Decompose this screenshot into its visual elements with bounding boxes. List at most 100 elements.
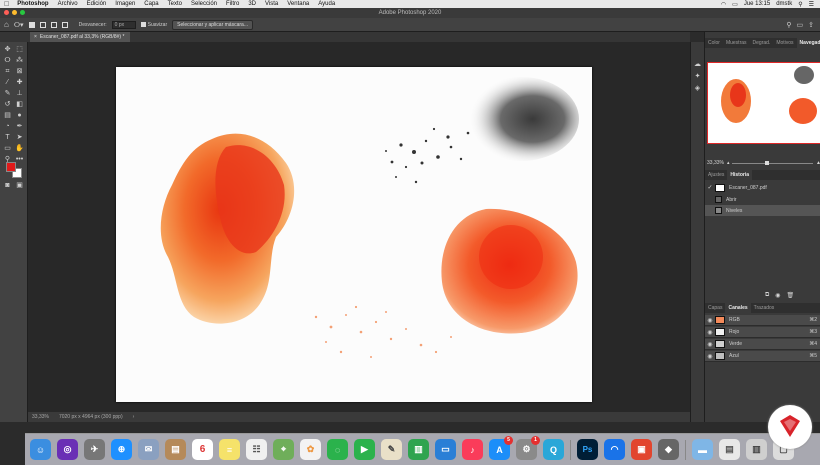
status-arrow-icon[interactable]: › xyxy=(133,414,135,420)
pen-tool-icon[interactable]: ✒ xyxy=(15,122,24,131)
move-tool-icon[interactable]: ✥ xyxy=(3,45,12,54)
channel-row-rojo[interactable]: ◉ Rojo ⌘3 xyxy=(705,327,820,338)
wifi-app-icon[interactable]: ◠ xyxy=(604,439,625,460)
menu-ventana[interactable]: Ventana xyxy=(287,1,309,7)
folder-icon[interactable]: ▬ xyxy=(692,439,713,460)
document-stack-icon[interactable]: ▤ xyxy=(719,439,740,460)
notes-icon[interactable]: ≡ xyxy=(219,439,240,460)
antialias-checkbox[interactable]: Suavizar xyxy=(140,22,167,28)
new-doc-from-state-icon[interactable]: ⧉ xyxy=(765,292,769,299)
subtract-selection-icon[interactable] xyxy=(50,21,57,28)
keynote-icon[interactable]: ▭ xyxy=(435,439,456,460)
tab-adjustments[interactable]: Ajustes xyxy=(705,170,727,180)
menubar-user[interactable]: dmstk xyxy=(776,1,792,7)
battery-icon[interactable]: ▭ xyxy=(732,1,738,8)
crop-tool-icon[interactable]: ⌗ xyxy=(3,67,12,76)
home-icon[interactable]: ⌂ xyxy=(4,20,9,29)
photos-icon[interactable]: ✿ xyxy=(300,439,321,460)
spotlight-icon[interactable]: ⚲ xyxy=(798,1,802,8)
menu-archivo[interactable]: Archivo xyxy=(58,1,78,7)
tab-gradients[interactable]: Degrad. xyxy=(750,38,774,48)
status-doc-size[interactable]: 7020 px x 4964 px (300 ppp) xyxy=(59,414,123,420)
menu-edicion[interactable]: Edición xyxy=(87,1,107,7)
apple-icon[interactable]:  xyxy=(4,1,9,8)
visibility-eye-icon[interactable]: ◉ xyxy=(705,353,715,360)
visibility-eye-icon[interactable]: ◉ xyxy=(705,329,715,336)
close-tab-icon[interactable]: × xyxy=(34,34,37,40)
status-zoom[interactable]: 33,33% xyxy=(32,414,49,420)
learn-icon[interactable]: ✦ xyxy=(693,72,702,81)
rectangle-tool-icon[interactable]: ▭ xyxy=(3,144,12,153)
menu-capa[interactable]: Capa xyxy=(144,1,158,7)
zoom-out-icon[interactable]: ▴ xyxy=(727,160,730,166)
new-selection-icon[interactable] xyxy=(28,21,35,28)
numbers-icon[interactable]: ▥ xyxy=(408,439,429,460)
tab-layers[interactable]: Capas xyxy=(705,303,725,313)
artboard-tool-icon[interactable]: ⬚ xyxy=(15,45,24,54)
photoshop-icon[interactable]: Ps xyxy=(577,439,598,460)
hand-tool-icon[interactable]: ✋ xyxy=(15,144,24,153)
navigator-zoom-slider[interactable] xyxy=(732,160,814,165)
tab-color[interactable]: Color xyxy=(705,38,723,48)
healing-brush-tool-icon[interactable]: ✚ xyxy=(15,78,24,87)
type-tool-icon[interactable]: T xyxy=(3,133,12,142)
system-preferences-icon[interactable]: ⚙ 1 xyxy=(516,436,540,460)
reminders-icon[interactable]: ☷ xyxy=(246,439,267,460)
zoom-in-icon[interactable]: ▲ xyxy=(816,160,820,166)
menubar-clock[interactable]: Jue 13:15 xyxy=(744,1,770,7)
frame-tool-icon[interactable]: ⊠ xyxy=(15,67,24,76)
tab-channels[interactable]: Canales xyxy=(725,303,751,313)
close-window-button[interactable] xyxy=(4,10,9,15)
pages-icon[interactable]: ✎ xyxy=(381,439,402,460)
visibility-eye-icon[interactable]: ◉ xyxy=(705,317,715,324)
channel-row-rgb[interactable]: ◉ RGB ⌘2 xyxy=(705,315,820,326)
visibility-eye-icon[interactable]: ◉ xyxy=(705,341,715,348)
menu-app[interactable]: Photoshop xyxy=(17,1,48,7)
contacts-icon[interactable]: ▤ xyxy=(165,439,186,460)
app-icon[interactable]: ◆ xyxy=(658,439,679,460)
trash-icon[interactable]: 🗑 xyxy=(787,292,795,299)
maps-icon[interactable]: ⌖ xyxy=(273,439,294,460)
menu-3d[interactable]: 3D xyxy=(248,1,256,7)
history-snapshot[interactable]: ✓ Escaner_087.pdf xyxy=(705,182,820,193)
feather-input[interactable]: 0 px xyxy=(111,20,136,29)
calendar-icon[interactable]: 6 xyxy=(192,439,213,460)
dodge-tool-icon[interactable]: ◔ xyxy=(3,122,12,131)
quick-mask-icon[interactable]: ◙ xyxy=(3,181,12,190)
tab-history[interactable]: Historia xyxy=(727,170,753,180)
properties-icon[interactable]: ◈ xyxy=(693,84,702,93)
history-item-abrir[interactable]: Abrir xyxy=(705,194,820,205)
eraser-tool-icon[interactable]: ◧ xyxy=(15,100,24,109)
quicktime-icon[interactable]: Q xyxy=(543,439,564,460)
foreground-color-swatch[interactable] xyxy=(6,162,16,172)
search-icon[interactable]: ⚲ xyxy=(786,21,791,29)
share-icon[interactable]: ⇪ xyxy=(808,21,814,29)
more-tools-icon[interactable]: ••• xyxy=(15,155,24,164)
messages-icon[interactable]: ◌ xyxy=(327,439,348,460)
eyedropper-tool-icon[interactable]: ⁄ xyxy=(3,78,12,87)
menu-ayuda[interactable]: Ayuda xyxy=(318,1,335,7)
music-icon[interactable]: ♪ xyxy=(462,439,483,460)
path-selection-tool-icon[interactable]: ➤ xyxy=(15,133,24,142)
tab-swatches[interactable]: Muestras xyxy=(723,38,750,48)
clone-stamp-tool-icon[interactable]: ⊥ xyxy=(15,89,24,98)
menu-filtro[interactable]: Filtro xyxy=(226,1,239,7)
app-store-icon[interactable]: A5 xyxy=(489,436,513,460)
control-center-icon[interactable]: ☰ xyxy=(809,1,814,8)
facetime-icon[interactable]: ▶ xyxy=(354,439,375,460)
blur-tool-icon[interactable]: ● xyxy=(15,111,24,120)
history-item-niveles[interactable]: Niveles xyxy=(705,205,820,216)
menu-seleccion[interactable]: Selección xyxy=(191,1,217,7)
siri-icon[interactable]: ◎ xyxy=(57,439,78,460)
tab-navigator[interactable]: Navegador xyxy=(796,38,820,48)
video-app-icon[interactable]: ▣ xyxy=(631,439,652,460)
navigator-thumbnail[interactable] xyxy=(707,62,820,144)
wifi-icon[interactable]: ◠ xyxy=(721,1,726,8)
document-canvas[interactable] xyxy=(116,67,592,402)
downloads-stack-icon[interactable]: ▥ xyxy=(746,439,767,460)
history-brush-tool-icon[interactable]: ↺ xyxy=(3,100,12,109)
snapshot-camera-icon[interactable]: ◉ xyxy=(775,292,780,299)
mail-icon[interactable]: ✉ xyxy=(138,439,159,460)
lasso-tool-preset-icon[interactable]: ⵔ▾ xyxy=(14,21,24,29)
zoom-window-button[interactable] xyxy=(20,10,25,15)
